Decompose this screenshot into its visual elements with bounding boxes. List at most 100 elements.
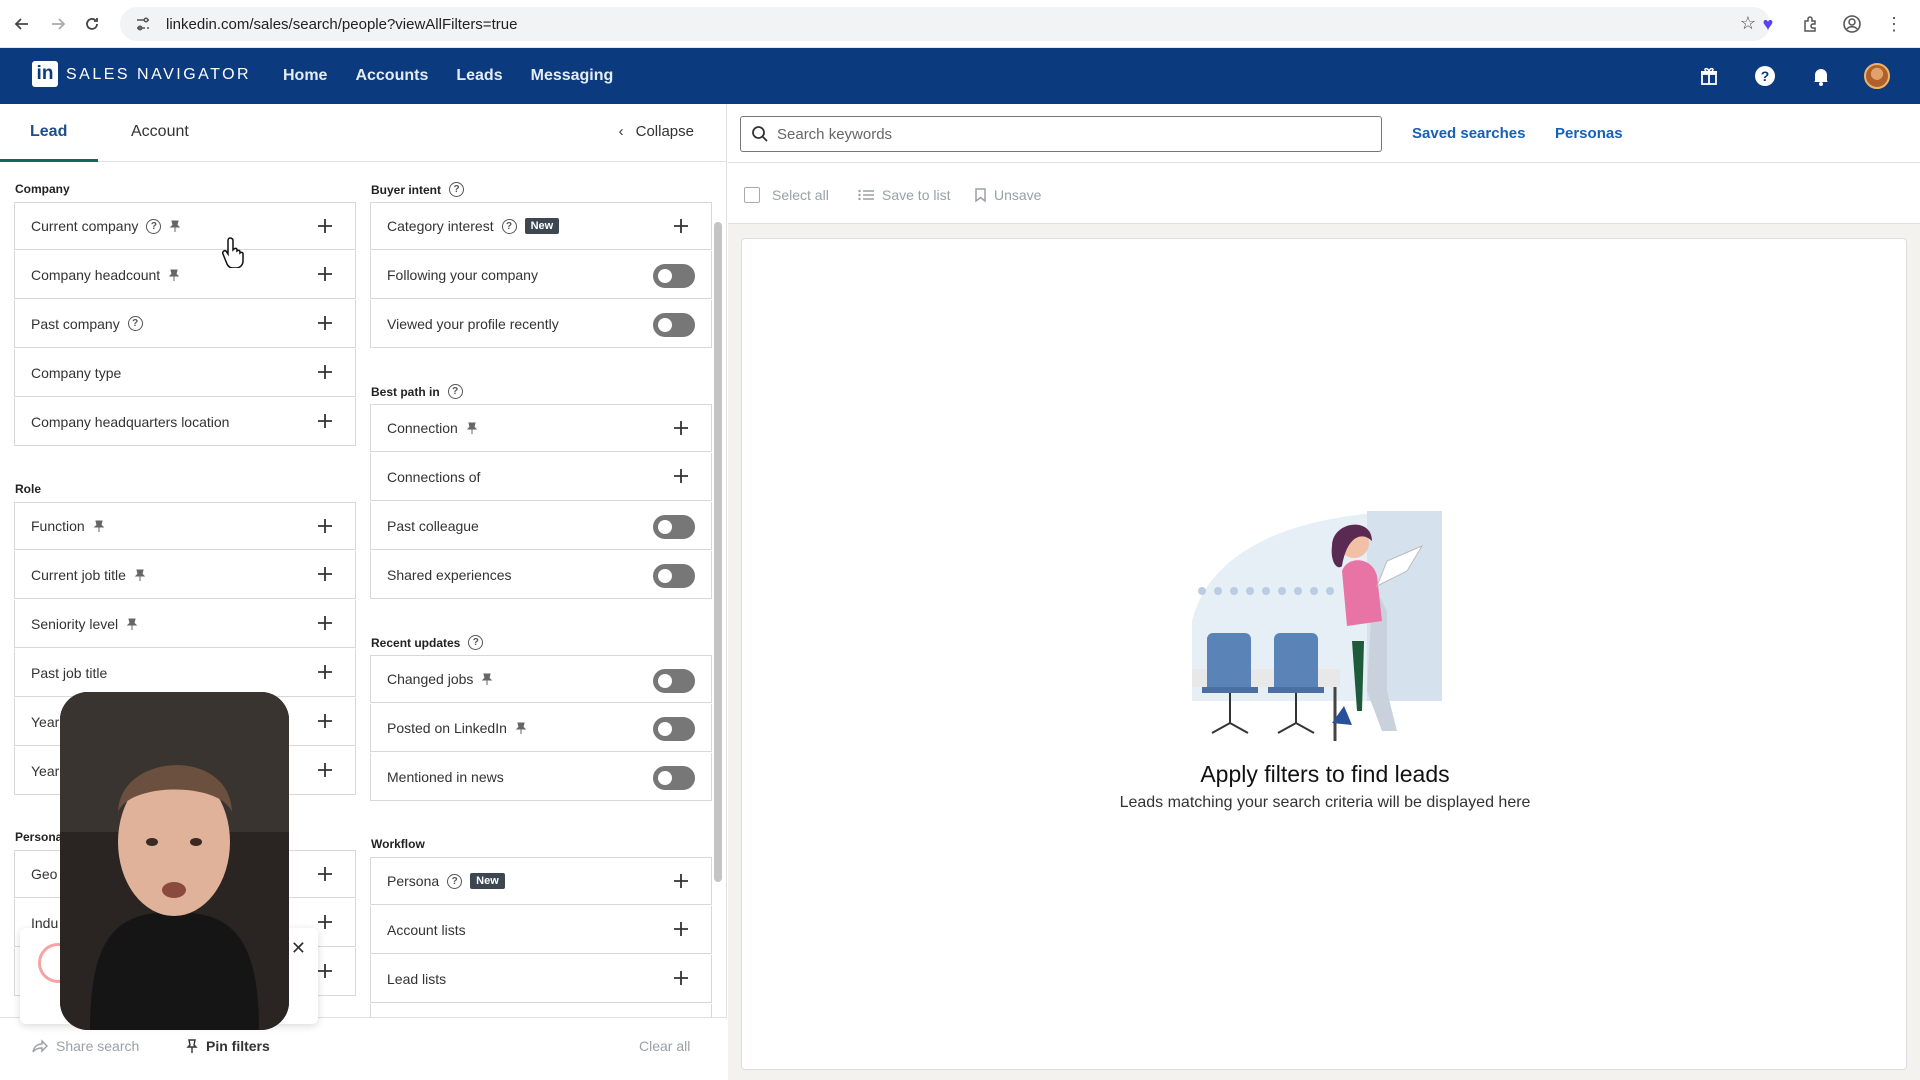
save-to-list-button[interactable]: Save to list: [858, 187, 950, 203]
profile-icon[interactable]: [1838, 10, 1866, 38]
filters-scrollbar[interactable]: [714, 222, 722, 882]
plus-icon[interactable]: [671, 216, 691, 236]
filter-seniority-level[interactable]: Seniority level: [14, 600, 356, 648]
browser-toolbar: linkedin.com/sales/search/people?viewAll…: [0, 0, 1920, 48]
filter-current-company[interactable]: Current company?: [14, 202, 356, 250]
notifications-bell-icon[interactable]: [1808, 63, 1834, 89]
filter-changed-jobs[interactable]: Changed jobs: [370, 655, 712, 703]
plus-icon[interactable]: [315, 912, 335, 932]
toggle-switch[interactable]: [653, 515, 695, 539]
empty-state-illustration: [1192, 511, 1442, 741]
plus-icon[interactable]: [315, 662, 335, 682]
gift-icon[interactable]: [1696, 63, 1722, 89]
filter-workflow-more[interactable]: [370, 1004, 712, 1017]
filter-past-job-title[interactable]: Past job title: [14, 649, 356, 697]
plus-icon[interactable]: [315, 264, 335, 284]
plus-icon[interactable]: [315, 961, 335, 981]
nav-leads[interactable]: Leads: [456, 67, 502, 85]
filter-company-headcount[interactable]: Company headcount: [14, 251, 356, 299]
personas-link[interactable]: Personas: [1555, 125, 1623, 142]
saved-searches-link[interactable]: Saved searches: [1412, 125, 1525, 142]
filter-company-hq-location[interactable]: Company headquarters location: [14, 398, 356, 446]
close-icon[interactable]: ✕: [291, 938, 306, 959]
filter-connection[interactable]: Connection: [370, 404, 712, 452]
toggle-switch[interactable]: [653, 669, 695, 693]
plus-icon[interactable]: [671, 418, 691, 438]
filter-past-colleague[interactable]: Past colleague: [370, 502, 712, 550]
url-text: linkedin.com/sales/search/people?viewAll…: [166, 15, 518, 33]
address-bar[interactable]: linkedin.com/sales/search/people?viewAll…: [120, 7, 1770, 41]
clear-all-label: Clear all: [639, 1038, 691, 1054]
plus-icon[interactable]: [671, 871, 691, 891]
checkbox[interactable]: [744, 187, 760, 203]
plus-icon[interactable]: [671, 466, 691, 486]
site-settings-icon[interactable]: [134, 15, 152, 33]
filter-function[interactable]: Function: [14, 502, 356, 550]
filter-past-company[interactable]: Past company?: [14, 300, 356, 348]
filter-persona[interactable]: Persona? New: [370, 857, 712, 905]
plus-icon[interactable]: [315, 516, 335, 536]
filter-label: Category interest: [387, 218, 494, 234]
help-circle-icon[interactable]: ?: [127, 316, 143, 331]
filter-viewed-profile-recently[interactable]: Viewed your profile recently: [370, 300, 712, 348]
plus-icon[interactable]: [315, 760, 335, 780]
help-circle-icon[interactable]: ?: [449, 182, 465, 197]
keyword-search-input[interactable]: Search keywords: [740, 116, 1382, 152]
filter-company-type[interactable]: Company type: [14, 349, 356, 397]
help-circle-icon[interactable]: ?: [146, 218, 162, 234]
tab-account[interactable]: Account: [131, 123, 189, 141]
filter-connections-of[interactable]: Connections of: [370, 453, 712, 501]
filter-shared-experiences[interactable]: Shared experiences: [370, 551, 712, 599]
help-circle-icon[interactable]: ?: [501, 218, 517, 234]
help-circle-icon[interactable]: ?: [468, 635, 484, 650]
plus-icon[interactable]: [315, 216, 335, 236]
forward-icon[interactable]: [40, 6, 76, 42]
select-all-checkbox[interactable]: Select all: [744, 187, 829, 203]
plus-icon[interactable]: [671, 919, 691, 939]
user-avatar[interactable]: [1864, 63, 1890, 89]
filter-current-job-title[interactable]: Current job title: [14, 551, 356, 599]
toggle-switch[interactable]: [653, 564, 695, 588]
nav-accounts[interactable]: Accounts: [355, 67, 428, 85]
reload-icon[interactable]: [74, 6, 110, 42]
toggle-switch[interactable]: [653, 313, 695, 337]
filter-label: Company headquarters location: [31, 413, 230, 430]
filter-label: Past colleague: [387, 517, 479, 534]
unsave-button[interactable]: Unsave: [975, 187, 1041, 203]
plus-icon[interactable]: [315, 864, 335, 884]
clear-all-button[interactable]: Clear all: [639, 1038, 690, 1054]
filter-following-your-company[interactable]: Following your company: [370, 251, 712, 299]
filter-account-lists[interactable]: Account lists: [370, 906, 712, 954]
filter-label: Year: [31, 762, 60, 779]
filter-lead-lists[interactable]: Lead lists: [370, 955, 712, 1003]
share-search-button[interactable]: Share search: [32, 1038, 139, 1054]
toggle-switch[interactable]: [653, 717, 695, 741]
help-circle-icon[interactable]: ?: [447, 384, 463, 399]
tab-lead[interactable]: Lead: [30, 123, 67, 141]
filter-label: Lead lists: [387, 970, 447, 987]
plus-icon[interactable]: [315, 313, 335, 333]
plus-icon[interactable]: [315, 613, 335, 633]
plus-icon[interactable]: [315, 362, 335, 382]
nav-messaging[interactable]: Messaging: [531, 67, 614, 85]
plus-icon[interactable]: [671, 968, 691, 988]
toggle-switch[interactable]: [653, 264, 695, 288]
filter-category-interest[interactable]: Category interest? New: [370, 202, 712, 250]
toggle-switch[interactable]: [653, 766, 695, 790]
pin-filters-button[interactable]: Pin filters: [186, 1038, 270, 1054]
plus-icon[interactable]: [315, 411, 335, 431]
product-title: SALES NAVIGATOR: [66, 66, 252, 83]
help-circle-icon[interactable]: ?: [447, 873, 463, 889]
help-icon[interactable]: ?: [1752, 63, 1778, 89]
browser-menu-icon[interactable]: ⋮: [1880, 10, 1908, 38]
plus-icon[interactable]: [315, 564, 335, 584]
plus-icon[interactable]: [315, 711, 335, 731]
extension-heart-icon[interactable]: ♥: [1754, 10, 1782, 38]
back-icon[interactable]: [4, 6, 40, 42]
filter-mentioned-in-news[interactable]: Mentioned in news: [370, 753, 712, 801]
nav-home[interactable]: Home: [283, 67, 327, 85]
extensions-puzzle-icon[interactable]: [1796, 10, 1824, 38]
linkedin-logo[interactable]: in: [32, 61, 58, 87]
filter-posted-on-linkedin[interactable]: Posted on LinkedIn: [370, 704, 712, 752]
collapse-button[interactable]: ‹ Collapse: [619, 123, 694, 140]
